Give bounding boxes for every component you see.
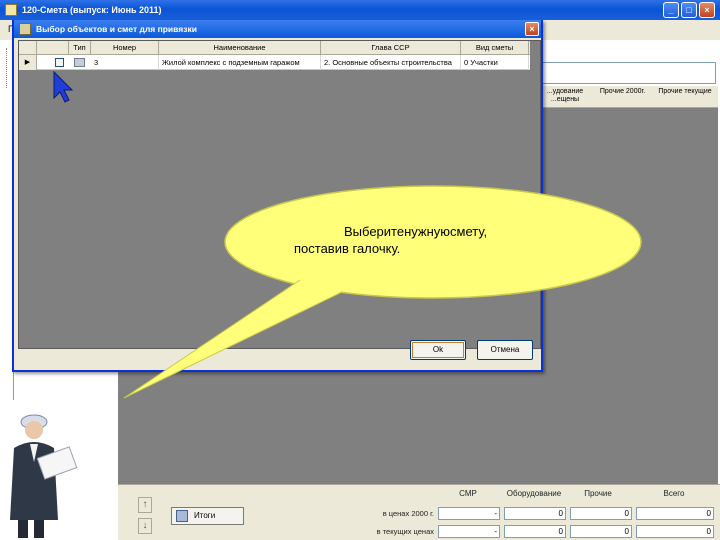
cell-name: Жилой комплекс с подземным гаражом [159,55,321,70]
totals-header-other: Прочие [584,489,612,498]
totals-cell: 0 [504,507,566,520]
ok-button[interactable]: Ok [410,340,466,360]
move-down-icon[interactable]: ↓ [138,518,152,534]
header-type[interactable]: Тип [69,41,91,55]
dialog-grid-header: Тип Номер Наименование Глава ССР Вид сме… [19,41,530,55]
minimize-icon[interactable]: _ [663,2,679,18]
cancel-button[interactable]: Отмена [477,340,533,360]
callout-line-1: Выберитенужнуюсмету, [344,224,488,239]
estimates-select-grid[interactable]: Тип Номер Наименование Глава ССР Вид сме… [18,40,541,349]
app-titlebar: 120-Смета (выпуск: Июнь 2011) _ □ × [0,0,720,20]
mouse-cursor-icon [53,70,74,103]
totals-cell: 0 [504,525,566,538]
header-check [37,41,69,55]
app-title: 120-Смета (выпуск: Июнь 2011) [22,5,162,15]
totals-header-smr: СМР [459,489,477,498]
totals-cell: 0 [570,507,632,520]
header-name[interactable]: Наименование [159,41,321,55]
totals-panel: ↑ ↓ Итоги СМР Оборудование Прочие Всего … [118,484,720,540]
totals-header-total: Всего [663,489,685,498]
cell-chapter: 2. Основные объекты строительства [321,55,461,70]
header-number[interactable]: Номер [91,41,159,55]
totals-cell: 0 [636,525,714,538]
totals-cell: - [438,525,500,538]
move-up-icon[interactable]: ↑ [138,497,152,513]
dialog-icon [19,23,31,35]
dialog-titlebar: Выбор объектов и смет для привязки × [14,20,541,38]
totals-cell: 0 [636,507,714,520]
cell-number: 3 [91,55,159,70]
totals-cell: 0 [570,525,632,538]
cell-kind: 0 Участки [461,55,529,70]
callout-text: Выберитенужнуюсмету, поставив галочку. [250,223,590,257]
app-icon [5,4,17,16]
totals-button-label: Итоги [194,511,216,520]
estimates-grid-header: ...удование ...ещены Прочие 2000г. Прочи… [540,86,718,108]
select-estimates-dialog: Выбор объектов и смет для привязки × Тип… [12,20,543,372]
totals-button[interactable]: Итоги [171,507,244,525]
totals-header-equipment: Оборудование [506,489,562,498]
row-indicator-icon: ▶ [19,55,37,70]
header-kind[interactable]: Вид сметы [461,41,529,55]
totals-row-label-2000: в ценах 2000 г. [382,509,434,518]
close-icon[interactable]: × [699,2,715,18]
grid-header-other-2000: Прочие 2000г. [599,88,646,95]
table-row[interactable]: ▶ 3 Жилой комплекс с подземным гаражом 2… [19,55,530,70]
totals-cell: - [438,507,500,520]
grid-header-equipment: ...удование ...ещены [546,88,584,103]
dialog-title: Выбор объектов и смет для привязки [36,24,197,34]
header-spacer [19,41,37,55]
dialog-close-icon[interactable]: × [525,22,539,36]
filter-field[interactable] [540,62,716,84]
tree-lines [6,48,7,88]
engineer-illustration [0,400,118,540]
maximize-icon[interactable]: □ [681,2,697,18]
grid-header-other-current: Прочие текущие [658,88,712,95]
engineer-figure-icon [10,414,78,538]
header-chapter[interactable]: Глава ССР [321,41,461,55]
totals-row-label-current: в текущих ценах [376,527,434,536]
select-checkbox[interactable] [55,58,64,67]
callout-line-2: поставив галочку. [294,241,401,256]
estimate-type-icon [74,58,85,67]
calculator-icon [176,510,188,522]
